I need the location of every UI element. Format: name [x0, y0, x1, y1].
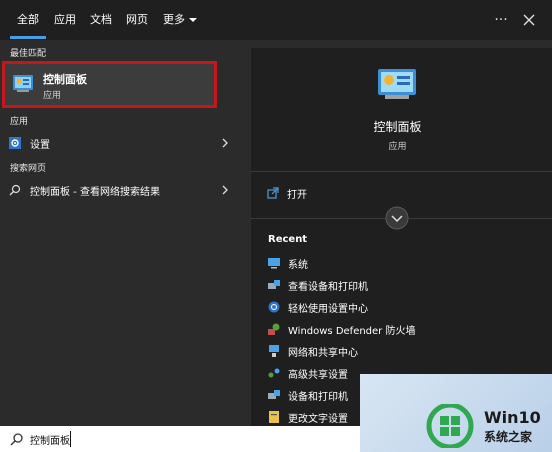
recent-item-label: 网络和共享中心	[288, 348, 358, 359]
best-match-result[interactable]: 控制面板 应用	[2, 61, 217, 108]
active-tab-indicator	[10, 36, 46, 39]
watermark-site: 系统之家	[484, 430, 533, 444]
tab-apps[interactable]: 应用	[50, 0, 80, 40]
network-icon	[269, 345, 279, 357]
search-icon	[10, 433, 23, 446]
top-tab-bar: 全部 应用 文档 网页 更多 ···	[0, 0, 552, 40]
printer-icon	[268, 390, 280, 399]
app-type: 应用	[388, 142, 407, 152]
ease-of-access-icon	[268, 301, 280, 313]
recent-item-label: 设备和打印机	[288, 392, 348, 403]
recent-item-label: Windows Defender 防火墙	[288, 326, 416, 337]
recent-header: Recent	[268, 234, 308, 245]
web-search-header: 搜索网页	[10, 164, 47, 174]
text-caret	[70, 431, 71, 447]
control-panel-icon	[13, 75, 33, 92]
recent-item-label: 轻松使用设置中心	[288, 304, 368, 315]
details-panel: 控制面板 应用 打开 Recent 系统 查看设备和打印机 轻松使用设置中心 W…	[251, 48, 552, 426]
more-options-button[interactable]: ···	[491, 8, 511, 32]
best-match-header: 最佳匹配	[10, 49, 47, 59]
printer-icon	[268, 280, 280, 289]
tab-more-label: 更多	[163, 13, 185, 26]
chevron-down-icon	[189, 18, 197, 22]
open-label: 打开	[287, 190, 307, 201]
search-box[interactable]: 控制面板	[0, 426, 360, 452]
search-input[interactable]: 控制面板	[30, 432, 70, 447]
text-settings-icon	[269, 411, 279, 423]
web-search-result[interactable]: 控制面板 - 查看网络搜索结果	[0, 179, 243, 201]
tab-documents[interactable]: 文档	[86, 0, 116, 40]
recent-item-label: 系统	[288, 260, 308, 271]
control-panel-icon	[378, 69, 416, 99]
search-icon	[9, 184, 21, 196]
best-match-title: 控制面板	[43, 73, 87, 86]
settings-label: 设置	[30, 140, 50, 151]
tab-more[interactable]: 更多	[160, 0, 200, 40]
close-icon[interactable]	[519, 10, 539, 30]
settings-icon	[9, 137, 21, 149]
best-match-subtitle: 应用	[43, 91, 62, 101]
firewall-icon	[268, 323, 280, 335]
recent-item-label: 更改文字设置	[288, 414, 348, 425]
tab-all[interactable]: 全部	[10, 0, 46, 40]
web-search-label: 控制面板 - 查看网络搜索结果	[30, 187, 160, 198]
chevron-right-icon[interactable]	[220, 183, 230, 197]
tab-web[interactable]: 网页	[122, 0, 152, 40]
watermark-brand: Win10	[484, 408, 541, 427]
site-watermark: Win10 系统之家	[360, 374, 552, 452]
settings-result[interactable]: 设置	[0, 132, 243, 154]
share-icon	[268, 368, 280, 378]
chevron-right-icon[interactable]	[220, 136, 230, 150]
recent-item-label: 查看设备和打印机	[288, 282, 368, 293]
windows-logo-icon	[426, 404, 474, 448]
recent-item-label: 高级共享设置	[288, 370, 348, 381]
divider	[251, 171, 552, 172]
monitor-icon	[268, 258, 280, 269]
apps-header: 应用	[10, 117, 29, 127]
open-icon	[267, 187, 279, 199]
app-name: 控制面板	[373, 120, 422, 134]
expand-chevron-icon[interactable]	[385, 206, 409, 230]
